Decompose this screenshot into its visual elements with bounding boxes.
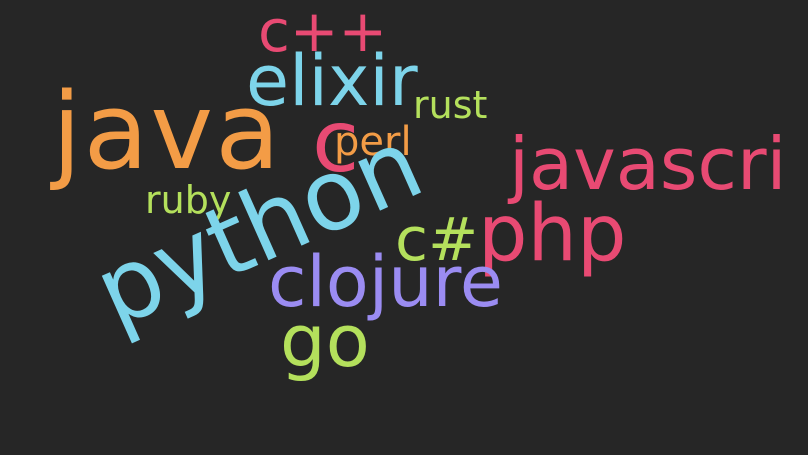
- word-rust: rust: [413, 83, 488, 127]
- word-java: java: [52, 70, 283, 193]
- word-cloud: c++ elixir rust java c perl javascri rub…: [0, 0, 808, 455]
- word-go: go: [280, 299, 370, 383]
